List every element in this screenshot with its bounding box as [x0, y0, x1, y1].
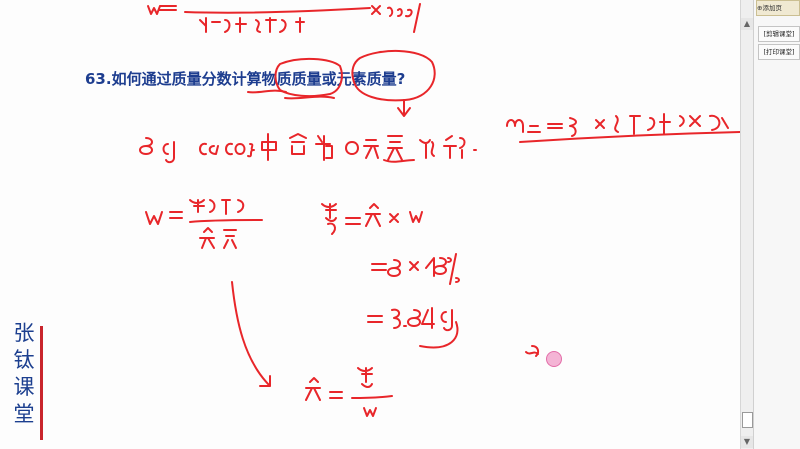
- brand-watermark: 张 钛 课 堂: [10, 320, 46, 440]
- scroll-up-icon[interactable]: ▲: [741, 18, 753, 30]
- scroll-down-icon[interactable]: ▼: [741, 436, 753, 448]
- handwriting-ink: [139, 3, 740, 417]
- pen-cursor: [546, 351, 562, 367]
- side-panel: ⊕添加页 [剪辑课堂] [打印课堂]: [753, 0, 800, 449]
- watermark-char: 张: [13, 321, 35, 345]
- watermark-char: 钛: [13, 348, 35, 372]
- scroll-thumb[interactable]: [742, 412, 753, 428]
- clip-lesson-button[interactable]: [剪辑课堂]: [758, 26, 800, 42]
- whiteboard-canvas[interactable]: 63.如何通过质量分数计算物质质量或元素质量? 张 钛 课 堂: [0, 0, 740, 449]
- add-page-button[interactable]: ⊕添加页: [756, 0, 800, 16]
- vertical-scrollbar[interactable]: ▲ ▼: [740, 0, 753, 449]
- watermark-char: 课: [13, 375, 35, 399]
- watermark-bar: [40, 326, 43, 440]
- watermark-char: 堂: [13, 402, 35, 426]
- print-lesson-button[interactable]: [打印课堂]: [758, 44, 800, 60]
